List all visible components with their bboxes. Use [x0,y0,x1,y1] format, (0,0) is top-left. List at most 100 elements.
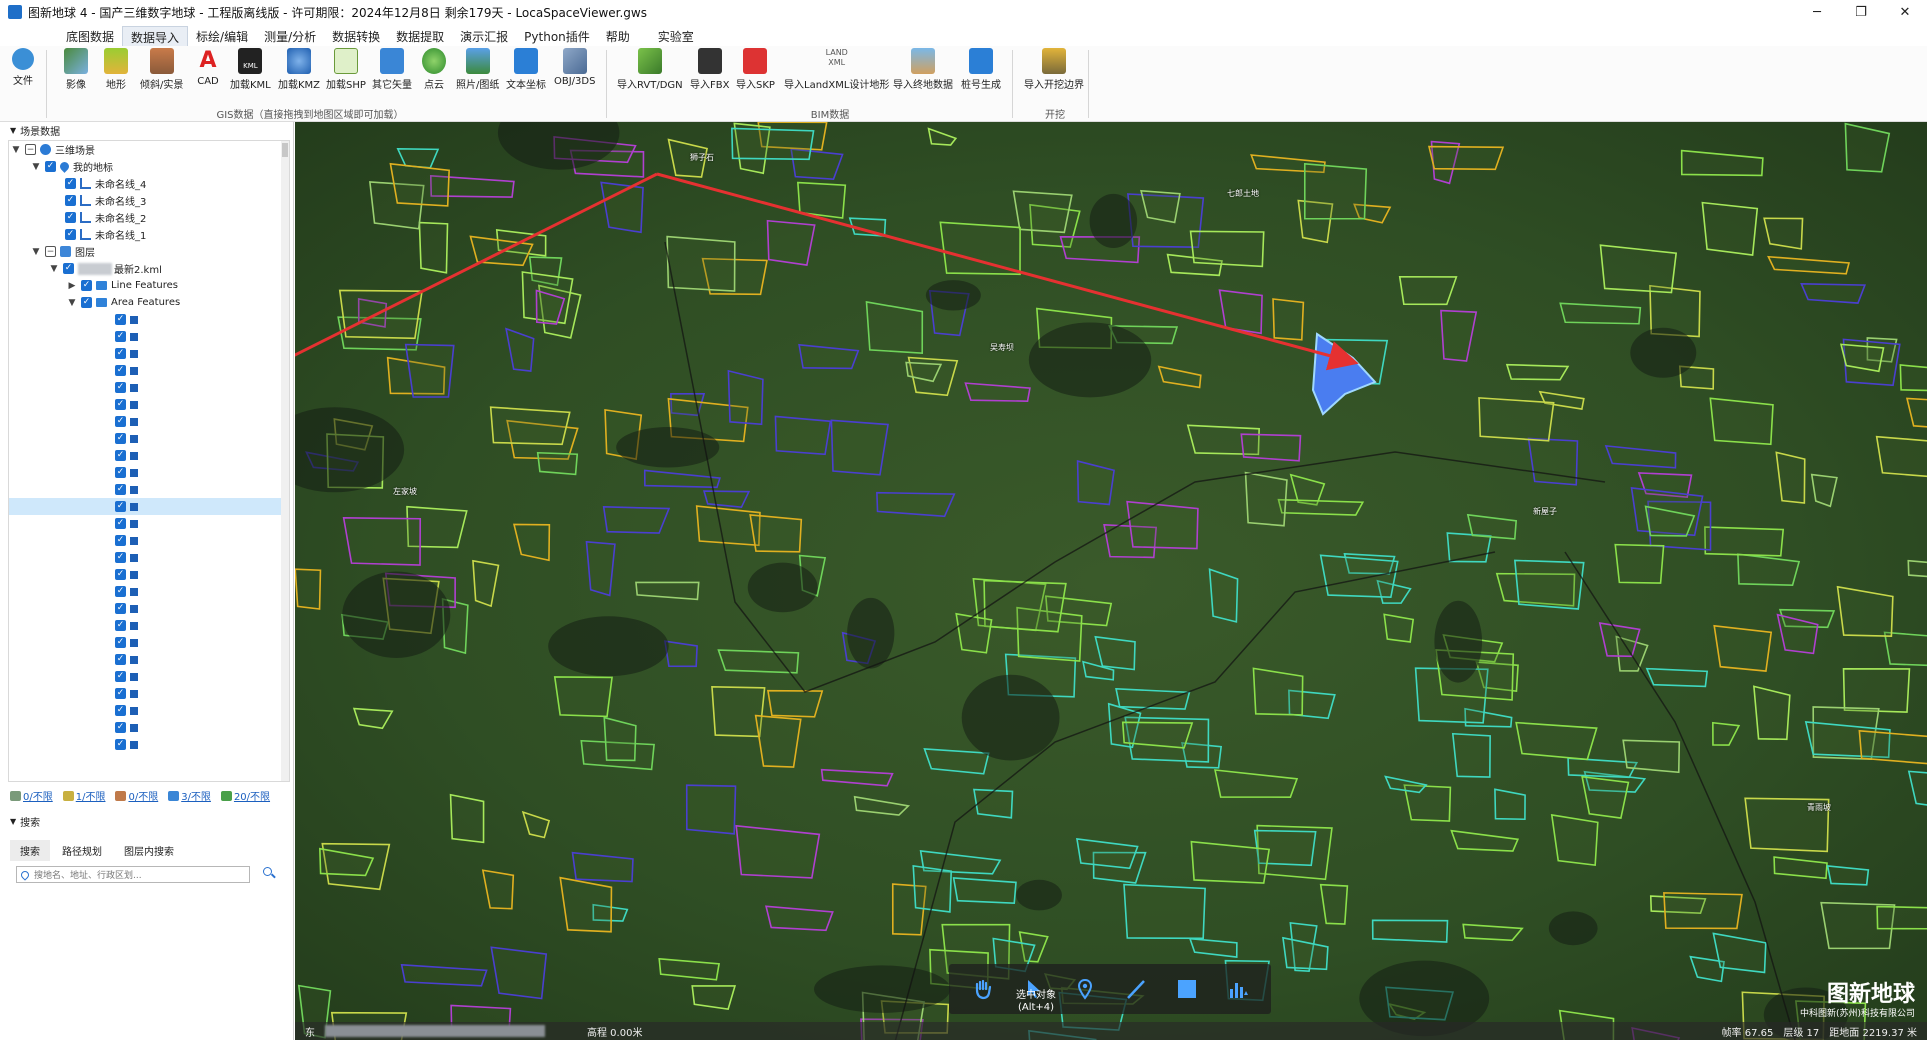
tree-item-area-feature[interactable]: ✓ [9,685,289,702]
tree-item-kml[interactable]: ▼ ✓ 最新2.kml [9,260,289,277]
checkbox[interactable]: ✓ [81,297,92,308]
line-tool-button[interactable] [1123,976,1149,1002]
load-kml-button[interactable]: KML 加载KML [230,48,271,91]
tree-item-area-feature[interactable]: ✓ [9,736,289,753]
checkbox[interactable]: ✓ [115,518,126,529]
tree-item-area-feature[interactable]: ✓ [9,702,289,719]
checkbox[interactable]: ✓ [115,722,126,733]
load-shp-button[interactable]: 加载SHP [326,48,366,91]
menu-measure-analysis[interactable]: 测量/分析 [256,26,324,46]
checkbox[interactable]: ✓ [115,739,126,750]
tree-item-area-feature[interactable]: ✓ [9,719,289,736]
import-rvt-dgn-button[interactable]: 导入RVT/DGN [617,48,683,91]
tree-item-area-feature[interactable]: ✓ [9,379,289,396]
tree-item-area-feature[interactable]: ✓ [9,447,289,464]
tree-item-area-features[interactable]: ▼ ✓ Area Features [9,294,289,311]
menu-data-import[interactable]: 数据导入 [122,26,189,46]
checkbox[interactable]: − [25,144,36,155]
checkbox[interactable]: ✓ [65,178,76,189]
checkbox[interactable]: ✓ [115,467,126,478]
checkbox[interactable]: − [45,246,56,257]
tree-item-mark[interactable]: ✓ 未命名线_3 [9,192,289,209]
tree-item-area-feature[interactable]: ✓ [9,413,289,430]
checkbox[interactable]: ✓ [115,654,126,665]
tree-item-area-feature[interactable]: ✓ [9,566,289,583]
checkbox[interactable]: ✓ [115,484,126,495]
checkbox[interactable]: ✓ [63,263,74,274]
file-button[interactable]: 文件 [12,48,34,87]
photo-drawing-button[interactable]: 照片/图纸 [456,48,499,91]
tree-item-area-feature[interactable]: ✓ [9,345,289,362]
text-coord-button[interactable]: 文本坐标 [506,48,546,91]
tree-item-mark[interactable]: ✓ 未命名线_2 [9,209,289,226]
menu-basemap[interactable]: 底图数据 [58,26,122,46]
scroll-thumb[interactable] [282,143,288,157]
tree-item-area-feature[interactable]: ✓ [9,549,289,566]
tree-item-area-feature[interactable]: ✓ [9,532,289,549]
point-tool-button[interactable] [1072,976,1098,1002]
checkbox[interactable]: ✓ [65,195,76,206]
tree-item-area-feature[interactable]: ✓ [9,464,289,481]
pan-tool-button[interactable] [970,976,996,1002]
analysis-tool-button[interactable] [1225,976,1251,1002]
search-header[interactable]: ▼ 搜索 [10,814,40,829]
maximize-button[interactable]: ❐ [1839,0,1883,24]
tree-item-area-feature[interactable]: ✓ [9,362,289,379]
minimize-button[interactable]: ─ [1795,0,1839,24]
tree-item-area-feature[interactable]: ✓ [9,515,289,532]
tree-item-area-feature[interactable]: ✓ [9,328,289,345]
menu-python-plugin[interactable]: Python插件 [516,26,598,46]
tree-item-area-feature[interactable]: ✓ [9,617,289,634]
tree-item-area-feature[interactable]: ✓ [9,634,289,651]
checkbox[interactable]: ✓ [115,705,126,716]
obj-3ds-button[interactable]: OBJ/3DS [554,48,595,87]
point-cloud-button[interactable]: 点云 [422,48,446,91]
tree-item-area-feature[interactable]: ✓ [9,668,289,685]
tree-item-mark[interactable]: ✓ 未命名线_4 [9,175,289,192]
checkbox[interactable]: ✓ [81,280,92,291]
import-landxml-button[interactable]: LAND XML 导入LandXML设计地形 [784,48,889,91]
checkbox[interactable]: ✓ [45,161,56,172]
collapse-icon[interactable]: ▼ [49,264,59,274]
checkbox[interactable]: ✓ [115,603,126,614]
tree-item-area-feature[interactable]: ✓ [9,583,289,600]
stat-terrain[interactable]: 1/不限 [62,788,105,803]
checkbox[interactable]: ✓ [115,365,126,376]
tree-item-mark[interactable]: ✓ 未命名线_1 [9,226,289,243]
expand-icon[interactable]: ▶ [67,281,77,291]
import-excavation-button[interactable]: 导入开挖边界 [1024,48,1084,91]
load-kmz-button[interactable]: 加载KMZ [278,48,320,91]
checkbox[interactable]: ✓ [115,399,126,410]
import-skp-button[interactable]: 导入SKP [736,48,775,91]
checkbox[interactable]: ✓ [115,637,126,648]
tree-item-layers[interactable]: ▼ − 图层 [9,243,289,260]
menu-plot-edit[interactable]: 标绘/编辑 [188,26,256,46]
checkbox[interactable]: ✓ [115,535,126,546]
tab-route[interactable]: 路径规划 [52,840,112,861]
oblique-button[interactable]: 倾斜/实景 [140,48,183,91]
tree-item-area-feature[interactable]: ✓ [9,481,289,498]
search-input[interactable]: 搜地名、地址、行政区划... [16,866,250,883]
tree-item-area-feature[interactable]: ✓ [9,396,289,413]
checkbox[interactable]: ✓ [115,688,126,699]
cad-button[interactable]: A CAD [196,48,220,87]
checkbox[interactable]: ✓ [115,569,126,580]
import-fbx-button[interactable]: 导入FBX [690,48,729,91]
imagery-button[interactable]: 影像 [64,48,88,91]
stat-imagery[interactable]: 0/不限 [10,788,53,803]
menu-help[interactable]: 帮助 [598,26,638,46]
other-vector-button[interactable]: 其它矢量 [372,48,412,91]
search-icon[interactable] [262,866,276,880]
collapse-icon[interactable]: ▼ [67,298,77,308]
stat-vector[interactable]: 3/不限 [168,788,211,803]
tree-item-area-feature[interactable]: ✓ [9,498,289,515]
tab-search[interactable]: 搜索 [10,840,50,861]
menu-lab[interactable]: 实验室 [650,26,702,46]
tree-item-my-marks[interactable]: ▼ ✓ 我的地标 [9,158,289,175]
checkbox[interactable]: ✓ [115,382,126,393]
stat-oblique[interactable]: 0/不限 [115,788,158,803]
polygon-tool-button[interactable] [1174,976,1200,1002]
stat-points[interactable]: 20/不限 [220,788,270,803]
menu-data-convert[interactable]: 数据转换 [324,26,388,46]
terrain-button[interactable]: 地形 [104,48,128,91]
